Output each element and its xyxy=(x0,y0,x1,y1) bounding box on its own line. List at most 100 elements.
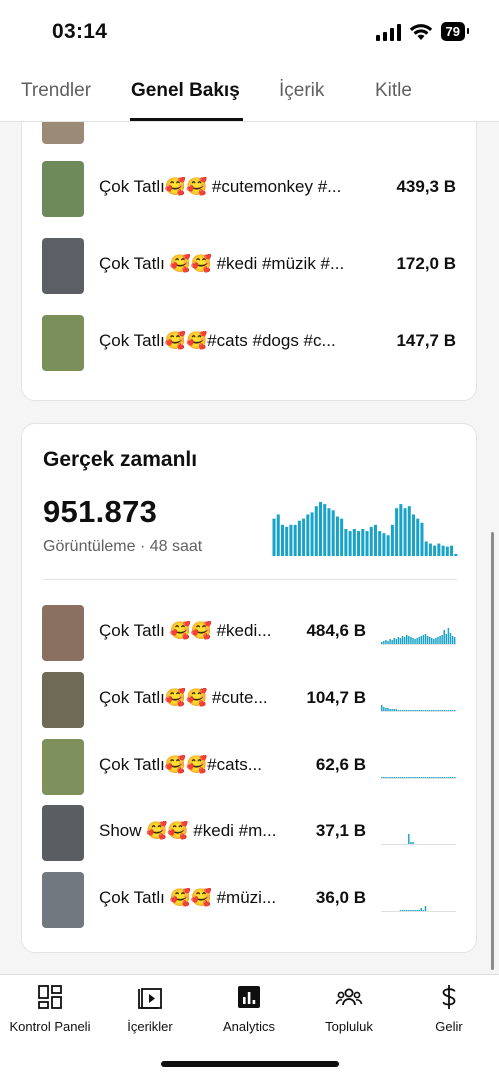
nav-content[interactable]: İçerikler xyxy=(100,983,200,1034)
chart-bar xyxy=(319,502,323,556)
sparkline-bar xyxy=(443,630,445,644)
sparkline-bar xyxy=(431,777,433,778)
sparkline-bar xyxy=(393,709,395,711)
analytics-tabs: Trendler Genel Bakış İçerik Kitle xyxy=(0,66,499,122)
sparkline-bar xyxy=(414,777,416,778)
chart-bar xyxy=(357,531,361,556)
sparkline-bar xyxy=(410,910,412,911)
sparkline-bar xyxy=(395,777,398,778)
sparkline-bar xyxy=(401,710,404,711)
sparkline-bar xyxy=(403,637,406,644)
sparkline-bar xyxy=(428,777,431,778)
video-title: Çok Tatlı🥰🥰#cats #dogs #c... xyxy=(99,331,336,350)
sparkline-bar xyxy=(416,777,418,778)
chart-bar xyxy=(276,514,280,556)
chart-bar xyxy=(297,520,301,556)
list-item[interactable]: Çok Tatlı🥰🥰#cats #dogs #c... 147,7 B xyxy=(22,315,476,373)
tab-trends[interactable]: Trendler xyxy=(21,80,91,102)
realtime-title: Gerçek zamanlı xyxy=(43,448,198,471)
nav-label: Analytics xyxy=(222,1019,276,1034)
list-item[interactable]: Çok Tatlı🥰🥰 #cutemonkey #... 439,3 B xyxy=(22,161,476,219)
sparkline-bar xyxy=(453,637,456,644)
nav-revenue[interactable]: Gelir xyxy=(399,983,499,1034)
sparkline-bar xyxy=(381,705,383,711)
sparkline-bar xyxy=(443,777,445,778)
sparkline-bar xyxy=(447,777,450,778)
sparkline-bar xyxy=(418,777,420,778)
nav-analytics[interactable]: Analytics xyxy=(199,983,299,1034)
wifi-icon xyxy=(409,23,432,40)
sparkline-bar xyxy=(406,635,408,644)
sparkline-bar xyxy=(401,777,404,778)
realtime-bar-chart xyxy=(272,502,458,556)
sparkline-bar xyxy=(453,710,456,711)
video-thumbnail xyxy=(42,161,84,217)
video-thumbnail xyxy=(42,315,84,371)
video-thumbnail xyxy=(42,122,84,144)
sparkline-bar xyxy=(447,710,450,711)
sparkline-bar xyxy=(445,777,448,778)
chart-bar xyxy=(369,526,373,556)
sparkline-bar xyxy=(451,777,454,778)
sparkline-bar xyxy=(453,777,456,778)
chart-bar xyxy=(344,529,348,556)
sparkline-bar xyxy=(381,777,383,778)
sparkline-bar xyxy=(403,777,406,778)
status-bar: 03:14 79 xyxy=(0,0,499,66)
sparkline-bar xyxy=(441,635,443,644)
sparkline-bar xyxy=(393,638,395,644)
sparkline-bar xyxy=(422,910,425,911)
sparkline-bar xyxy=(410,842,412,844)
chart-bar xyxy=(272,518,276,556)
chart-bar xyxy=(327,508,331,556)
sparkline-bar xyxy=(420,777,423,778)
sparkline-bar xyxy=(383,777,385,778)
community-icon xyxy=(335,988,363,1006)
sparkline-bar xyxy=(416,910,418,911)
tab-audience[interactable]: Kitle xyxy=(375,80,412,102)
divider xyxy=(43,579,457,580)
sparkline-bar xyxy=(385,777,387,778)
home-indicator xyxy=(161,1061,339,1067)
nav-dashboard[interactable]: Kontrol Paneli xyxy=(0,983,100,1034)
sparkline-bar xyxy=(414,639,416,644)
sparkline-bar xyxy=(395,639,398,644)
chart-bar xyxy=(373,524,377,556)
scrollbar[interactable] xyxy=(491,532,494,970)
video-title: Çok Tatlı 🥰🥰 #müzi... xyxy=(99,888,277,907)
status-icons: 79 xyxy=(375,22,470,41)
sparkline-bar xyxy=(416,638,418,644)
nav-community[interactable]: Topluluk xyxy=(299,983,399,1034)
list-item[interactable] xyxy=(22,122,476,146)
list-item[interactable]: Çok Tatlı 🥰🥰 #müzi... 36,0 B xyxy=(22,872,476,930)
sparkline-bar xyxy=(406,710,408,711)
sparkline-bar xyxy=(445,634,448,644)
video-thumbnail xyxy=(42,238,84,294)
sparkline-bar xyxy=(412,710,414,711)
sparkline-bar xyxy=(428,710,431,711)
tab-overview[interactable]: Genel Bakış xyxy=(131,80,240,102)
list-item[interactable]: Show 🥰🥰 #kedi #m... 37,1 B xyxy=(22,805,476,863)
sparkline-bar xyxy=(393,777,395,778)
top-content-card: Çok Tatlı🥰🥰 #cutemonkey #... 439,3 B Çok… xyxy=(21,122,477,401)
list-item[interactable]: Çok Tatlı 🥰🥰 #kedi... 484,6 B xyxy=(22,605,476,663)
sparkline-bar xyxy=(437,710,439,711)
chart-bar xyxy=(335,516,339,556)
list-item[interactable]: Çok Tatlı 🥰🥰 #kedi #müzik #... 172,0 B xyxy=(22,238,476,296)
scroll-content[interactable]: Çok Tatlı🥰🥰 #cutemonkey #... 439,3 B Çok… xyxy=(0,122,499,974)
sparkline-bar xyxy=(391,777,393,778)
tab-content[interactable]: İçerik xyxy=(279,80,324,102)
sparkline-bar xyxy=(401,910,404,911)
sparkline-bar xyxy=(433,777,435,778)
chart-bar xyxy=(323,504,327,556)
list-item[interactable]: Çok Tatlı🥰🥰#cats... 62,6 B xyxy=(22,739,476,797)
chart-bar xyxy=(424,541,428,556)
sparkline-bar xyxy=(428,637,431,644)
nav-label: Gelir xyxy=(435,1019,463,1034)
sparkline-bar xyxy=(439,710,441,711)
chart-bar xyxy=(293,524,297,556)
sparkline-bar xyxy=(397,710,400,711)
list-item[interactable]: Çok Tatlı🥰🥰 #cute... 104,7 B xyxy=(22,672,476,730)
sparkline-bar xyxy=(414,910,416,911)
chart-bar xyxy=(445,546,449,556)
